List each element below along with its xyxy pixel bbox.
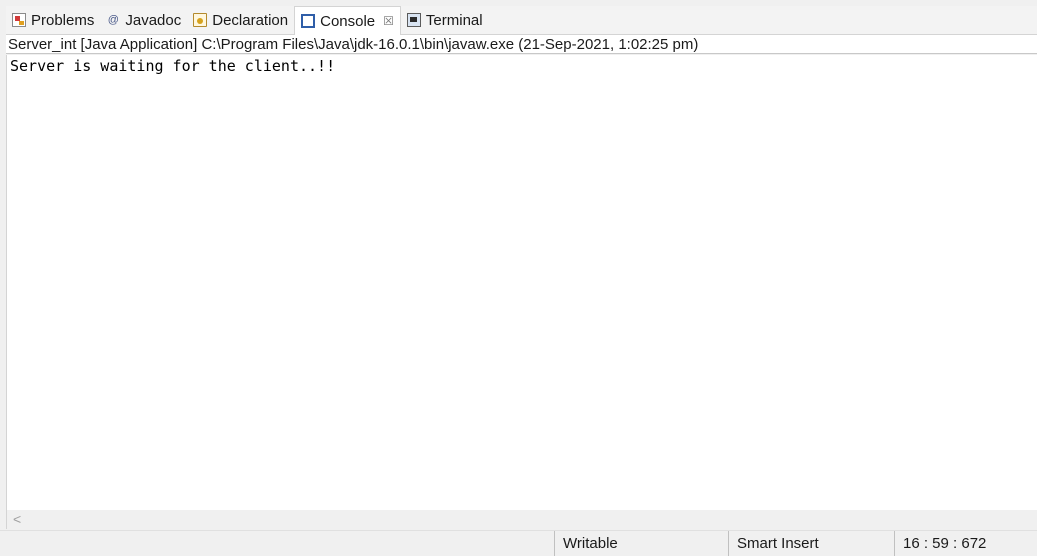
problems-icon xyxy=(12,13,26,27)
console-output[interactable]: Server is waiting for the client..!! xyxy=(6,55,1037,510)
tab-label: Terminal xyxy=(425,11,483,29)
tab-declaration[interactable]: Declaration xyxy=(187,6,294,34)
console-icon xyxy=(301,13,316,28)
javadoc-icon: @ xyxy=(107,14,119,26)
status-writable: Writable xyxy=(554,531,728,556)
tab-label: Console xyxy=(320,12,376,30)
tab-label: Declaration xyxy=(212,11,289,29)
close-icon[interactable]: ☒ xyxy=(383,14,394,28)
horizontal-scrollbar[interactable]: < xyxy=(6,510,1037,529)
tab-problems[interactable]: Problems xyxy=(6,6,100,34)
process-info-label: Server_int [Java Application] C:\Program… xyxy=(6,35,1037,54)
tab-javadoc[interactable]: @ Javadoc xyxy=(100,6,187,34)
scroll-left-icon[interactable]: < xyxy=(13,510,21,529)
tab-label: Problems xyxy=(31,11,95,29)
console-line: Server is waiting for the client..!! xyxy=(10,57,336,75)
tab-terminal[interactable]: Terminal xyxy=(401,6,489,34)
status-bar: Writable Smart Insert 16 : 59 : 672 xyxy=(0,530,1037,556)
terminal-icon xyxy=(406,13,421,27)
console-view: Problems @ Javadoc Declaration Console ☒… xyxy=(0,0,1037,556)
status-cursor-position[interactable]: 16 : 59 : 672 xyxy=(894,531,1037,556)
view-tab-bar: Problems @ Javadoc Declaration Console ☒… xyxy=(6,6,1037,35)
status-insert-mode[interactable]: Smart Insert xyxy=(728,531,894,556)
tab-label: Javadoc xyxy=(125,11,182,29)
declaration-icon xyxy=(193,13,208,27)
tab-console[interactable]: Console ☒ xyxy=(294,6,401,35)
